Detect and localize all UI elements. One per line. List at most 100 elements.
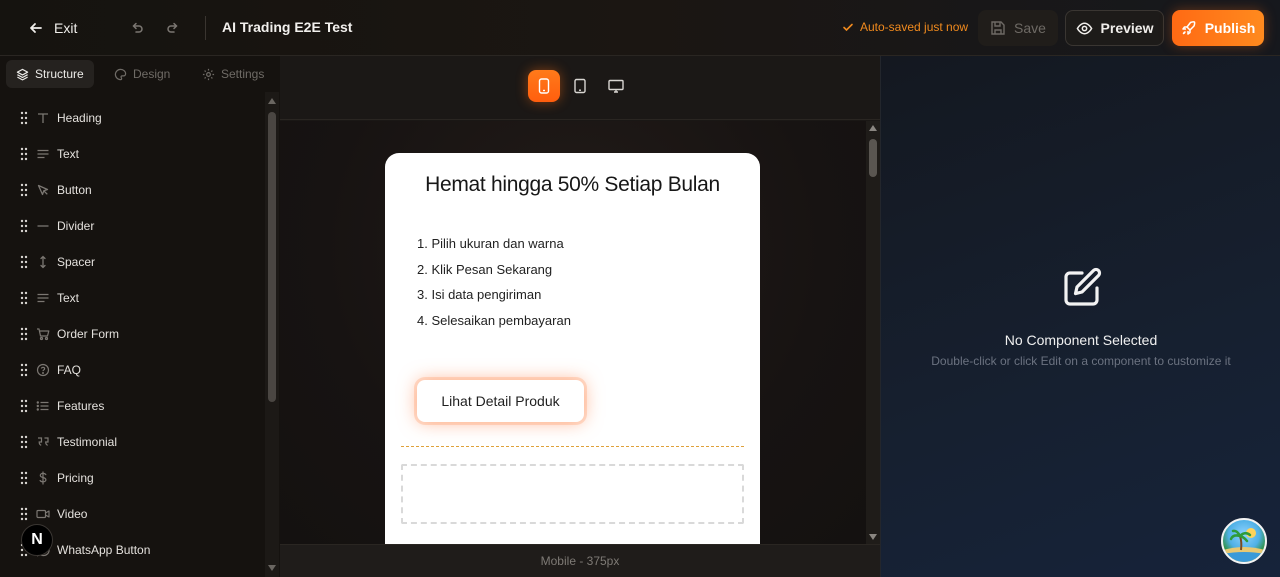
- divider-block[interactable]: [401, 446, 744, 447]
- editor-canvas: Hemat hingga 50% Setiap Bulan 1. Pilih u…: [280, 56, 880, 577]
- palette-icon: [114, 68, 127, 80]
- scrollbar-thumb[interactable]: [869, 139, 877, 177]
- spacer-block[interactable]: [401, 464, 744, 524]
- tab-label: Structure: [35, 67, 84, 81]
- tab-design[interactable]: Design: [104, 60, 180, 88]
- component-item-pricing[interactable]: Pricing: [0, 460, 264, 496]
- save-button[interactable]: Save: [978, 10, 1058, 46]
- viewport-size-text: Mobile - 375px: [540, 554, 620, 568]
- sidebar-tabs: Structure Design Settings: [0, 56, 280, 92]
- text-icon: [37, 293, 49, 303]
- empty-state-subtitle: Double-click or click Edit on a componen…: [931, 354, 1231, 368]
- publish-button[interactable]: Publish: [1172, 10, 1264, 46]
- toolbar-divider: [205, 16, 206, 40]
- gear-icon: [202, 68, 215, 80]
- tab-settings[interactable]: Settings: [192, 60, 274, 88]
- component-label: Order Form: [57, 327, 120, 341]
- publish-label: Publish: [1204, 20, 1256, 36]
- component-sidebar: Structure Design Settings Heading Text B…: [0, 56, 280, 577]
- drag-handle-icon[interactable]: [20, 471, 28, 485]
- list-item: 1. Pilih ukuran dan warna: [417, 236, 564, 251]
- video-icon: [36, 509, 50, 519]
- desktop-view-button[interactable]: [600, 70, 632, 102]
- undo-button[interactable]: [125, 16, 149, 40]
- drag-handle-icon[interactable]: [20, 435, 28, 449]
- heading-icon: [38, 113, 48, 123]
- drag-handle-icon[interactable]: [20, 111, 28, 125]
- scroll-up-arrow[interactable]: [869, 125, 877, 131]
- tab-structure[interactable]: Structure: [6, 60, 94, 88]
- eye-icon: [1076, 22, 1092, 34]
- preview-label: Preview: [1100, 20, 1154, 36]
- viewport-size-label: Mobile - 375px: [280, 544, 880, 577]
- component-item-testimonial[interactable]: Testimonial: [0, 424, 264, 460]
- cart-icon: [37, 328, 50, 341]
- undo-icon: [132, 22, 143, 33]
- drag-handle-icon[interactable]: [20, 399, 28, 413]
- top-bar: Exit AI Trading E2E Test Auto-saved just…: [0, 0, 1280, 56]
- drag-handle-icon[interactable]: [20, 255, 28, 269]
- help-circle-icon: [36, 363, 50, 377]
- drag-handle-icon[interactable]: [20, 219, 28, 233]
- divider-icon: [37, 225, 49, 227]
- drag-handle-icon[interactable]: [20, 291, 28, 305]
- cta-button[interactable]: Lihat Detail Produk: [417, 380, 584, 422]
- page-heading[interactable]: Hemat hingga 50% Setiap Bulan: [385, 173, 760, 197]
- scroll-down-arrow[interactable]: [268, 565, 276, 571]
- component-label: Divider: [57, 219, 95, 233]
- component-label: Button: [57, 183, 92, 197]
- component-item-text[interactable]: Text: [0, 280, 264, 316]
- exit-button[interactable]: Exit: [18, 14, 87, 42]
- preview-button[interactable]: Preview: [1065, 10, 1164, 46]
- canvas-scrollbar[interactable]: [866, 121, 880, 544]
- drag-handle-icon[interactable]: [20, 147, 28, 161]
- drag-handle-icon[interactable]: [20, 183, 28, 197]
- component-label: Testimonial: [57, 435, 118, 449]
- tab-label: Settings: [221, 67, 265, 81]
- mobile-page-preview: Hemat hingga 50% Setiap Bulan 1. Pilih u…: [385, 153, 760, 544]
- component-label: Spacer: [57, 255, 96, 269]
- component-item-features[interactable]: Features: [0, 388, 264, 424]
- component-item-spacer[interactable]: Spacer: [0, 244, 264, 280]
- drag-handle-icon[interactable]: [20, 327, 28, 341]
- scroll-down-arrow[interactable]: [869, 534, 877, 540]
- quote-icon: [38, 437, 49, 446]
- smartphone-icon: [538, 78, 550, 94]
- empty-state-title: No Component Selected: [1004, 332, 1158, 348]
- list-item: 4. Selesaikan pembayaran: [417, 312, 571, 328]
- scroll-up-arrow[interactable]: [268, 98, 276, 104]
- autosave-status: Auto-saved just now: [842, 20, 968, 34]
- save-label: Save: [1014, 20, 1046, 36]
- component-item-divider[interactable]: Divider: [0, 208, 264, 244]
- devtools-badge[interactable]: N: [21, 524, 53, 556]
- component-item-order-form[interactable]: Order Form: [0, 316, 264, 352]
- preview-stage: Hemat hingga 50% Setiap Bulan 1. Pilih u…: [280, 121, 866, 544]
- component-item-heading[interactable]: Heading: [0, 100, 264, 136]
- check-icon: [843, 23, 853, 32]
- component-item-faq[interactable]: FAQ: [0, 352, 264, 388]
- component-label: FAQ: [57, 363, 82, 377]
- save-icon: [991, 21, 1005, 35]
- drag-handle-icon[interactable]: [20, 507, 28, 521]
- component-label: Pricing: [57, 471, 94, 485]
- list-icon: [36, 401, 49, 411]
- component-item-button[interactable]: Button: [0, 172, 264, 208]
- drag-handle-icon[interactable]: [20, 363, 28, 377]
- sidebar-scrollbar[interactable]: [265, 92, 279, 577]
- component-item-text[interactable]: Text: [0, 136, 264, 172]
- component-list: Heading Text Button Divider Spacer Text: [0, 100, 264, 577]
- exit-label: Exit: [54, 20, 78, 36]
- scrollbar-thumb[interactable]: [268, 112, 276, 402]
- assistant-avatar[interactable]: [1221, 518, 1267, 564]
- spacer-icon: [40, 255, 46, 269]
- text-icon: [37, 149, 49, 159]
- steps-list[interactable]: 1. Pilih ukuran dan warna 2. Klik Pesan …: [417, 235, 571, 337]
- tablet-icon: [574, 78, 586, 94]
- redo-button[interactable]: [161, 16, 185, 40]
- mobile-view-button[interactable]: [528, 70, 560, 102]
- redo-icon: [167, 22, 178, 33]
- dollar-icon: [39, 471, 47, 485]
- edit-icon: [1064, 267, 1102, 306]
- device-switcher: [280, 56, 880, 120]
- tablet-view-button[interactable]: [564, 70, 596, 102]
